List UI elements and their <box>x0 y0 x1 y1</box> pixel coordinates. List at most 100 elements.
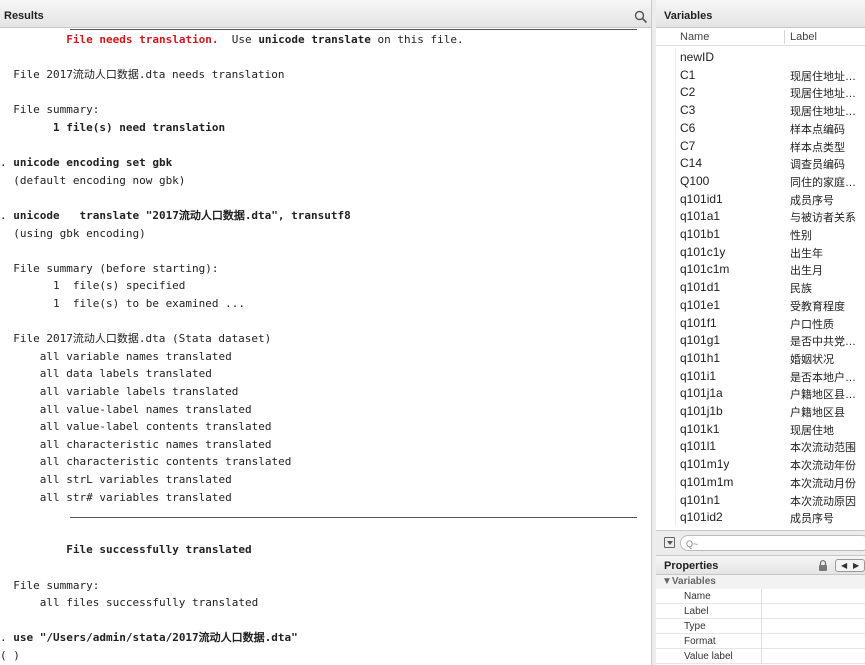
variable-row-gutter[interactable] <box>656 455 676 473</box>
results-line: all data labels translated <box>0 365 212 382</box>
variable-row[interactable]: q101f1 户口性质 <box>656 313 865 332</box>
variables-list[interactable]: newID C1 现居住地址… C2 现居住地址… C3 现居住地址… C6 样本点编码 C7 样本… <box>656 48 865 528</box>
variable-filter-input[interactable] <box>680 535 865 551</box>
variable-row-gutter[interactable] <box>656 437 676 456</box>
variable-row[interactable]: C1 现居住地址… <box>656 65 865 84</box>
column-header-name[interactable]: Name <box>680 31 709 43</box>
variable-row-gutter[interactable] <box>656 136 676 155</box>
variable-row-gutter[interactable] <box>656 402 676 420</box>
variable-row-gutter[interactable] <box>656 48 676 66</box>
variable-row-gutter[interactable] <box>656 118 676 137</box>
variable-row-gutter[interactable] <box>656 472 676 491</box>
property-row[interactable]: Format <box>656 634 865 649</box>
nav-prev-icon[interactable]: ◀ <box>841 561 847 570</box>
properties-section-variables[interactable]: ▼Variables <box>656 575 865 589</box>
variable-name: C14 <box>680 156 703 171</box>
property-row[interactable]: Value label <box>656 649 865 664</box>
property-divider <box>761 619 762 634</box>
variable-row[interactable]: C14 调查员编码 <box>656 154 865 172</box>
variable-row[interactable]: q101b1 性别 <box>656 225 865 243</box>
variable-row-gutter[interactable] <box>656 65 676 84</box>
results-line: File summary: <box>0 101 99 118</box>
variable-row[interactable]: q101j1a 户籍地区县… <box>656 384 865 402</box>
variable-row[interactable]: q101m1m 本次流动月份 <box>656 472 865 491</box>
column-header-label[interactable]: Label <box>790 31 817 43</box>
variable-row[interactable]: q101i1 是否本地户… <box>656 366 865 385</box>
variable-label: 调查员编码 <box>790 159 845 172</box>
results-text: File summary: <box>0 103 100 117</box>
variable-row[interactable]: C7 样本点类型 <box>656 136 865 155</box>
variable-row-gutter[interactable] <box>656 419 676 438</box>
nav-next-icon[interactable]: ▶ <box>853 561 859 570</box>
variable-row[interactable]: q101l1 本次流动范围 <box>656 437 865 456</box>
variable-row-gutter[interactable] <box>656 278 676 296</box>
results-text: all characteristic contents translated <box>0 455 292 469</box>
property-row[interactable]: Type <box>656 619 865 634</box>
variable-label: 本次流动年份 <box>790 460 856 473</box>
property-key: Label <box>684 606 709 617</box>
variable-row-gutter[interactable] <box>656 384 676 402</box>
variable-row[interactable]: q101k1 现居住地 <box>656 419 865 438</box>
variable-row[interactable]: q101j1b 户籍地区县 <box>656 402 865 420</box>
magnifier-icon[interactable] <box>634 10 648 24</box>
results-line: File 2017流动人口数据.dta (Stata dataset) <box>0 330 271 347</box>
variable-row-gutter[interactable] <box>656 154 676 172</box>
property-row[interactable]: Name <box>656 589 865 604</box>
variable-row[interactable]: q101c1m 出生月 <box>656 260 865 279</box>
variable-row-gutter[interactable] <box>656 171 676 190</box>
variable-label: 户籍地区县… <box>790 389 856 402</box>
variable-row-gutter[interactable] <box>656 225 676 243</box>
variable-row-gutter[interactable] <box>656 242 676 261</box>
variable-row-gutter[interactable] <box>656 366 676 385</box>
results-text: all variable names translated <box>0 349 232 363</box>
property-row[interactable]: Label <box>656 604 865 619</box>
variable-row[interactable]: C3 现居住地址… <box>656 101 865 119</box>
variable-row[interactable]: C6 样本点编码 <box>656 118 865 137</box>
lock-icon[interactable] <box>818 560 828 571</box>
variable-row[interactable]: q101c1y 出生年 <box>656 242 865 261</box>
variable-row-gutter[interactable] <box>656 348 676 367</box>
results-line: all value-label names translated <box>0 401 252 418</box>
variable-row-gutter[interactable] <box>656 313 676 332</box>
variable-label: 户籍地区县 <box>790 407 845 419</box>
results-line: all strL variables translated <box>0 471 232 488</box>
results-text: unicode translate "2017流动人口数据.dta", tran… <box>13 209 351 222</box>
variable-row[interactable]: C2 现居住地址… <box>656 83 865 102</box>
filter-funnel-icon[interactable] <box>664 537 675 548</box>
variable-row[interactable]: newID <box>656 48 865 66</box>
variable-row[interactable]: q101m1y 本次流动年份 <box>656 455 865 473</box>
variable-name: q101j1a <box>680 386 723 401</box>
column-divider[interactable] <box>784 30 785 44</box>
properties-nav-arrows[interactable]: ◀ ▶ <box>835 559 865 572</box>
variable-row[interactable]: q101e1 受教育程度 <box>656 295 865 314</box>
variable-row-gutter[interactable] <box>656 101 676 119</box>
variable-row-gutter[interactable] <box>656 490 676 509</box>
variable-row-gutter[interactable] <box>656 207 676 225</box>
results-title: Results <box>4 10 44 22</box>
variable-row-gutter[interactable] <box>656 83 676 102</box>
variable-name: q101e1 <box>680 297 721 312</box>
variable-name: q101l1 <box>680 439 717 454</box>
variable-row-gutter[interactable] <box>656 508 676 526</box>
variable-row[interactable]: Q100 同住的家庭… <box>656 171 865 190</box>
variable-row-gutter[interactable] <box>656 189 676 208</box>
variable-row[interactable]: q101n1 本次流动原因 <box>656 490 865 509</box>
results-line: File successfully translated <box>0 541 251 558</box>
results-line: ( ) <box>0 647 20 664</box>
variable-row[interactable]: q101a1 与被访者关系 <box>656 207 865 225</box>
variable-row[interactable]: q101g1 是否中共党… <box>656 331 865 349</box>
variable-name: q101id2 <box>680 510 723 525</box>
variable-row-gutter[interactable] <box>656 331 676 349</box>
variable-row-gutter[interactable] <box>656 295 676 314</box>
variable-row[interactable]: q101d1 民族 <box>656 278 865 296</box>
variable-row-gutter[interactable] <box>656 260 676 279</box>
results-text: all files successfully translated <box>0 596 259 610</box>
results-output[interactable]: File needs translation. Use unicode tran… <box>0 28 651 665</box>
variable-row[interactable]: q101id2 成员序号 <box>656 508 865 526</box>
results-text: all variable labels translated <box>0 385 239 398</box>
variable-name: q101id1 <box>680 191 723 206</box>
variable-label: 出生月 <box>790 265 823 278</box>
variable-row[interactable]: q101h1 婚姻状况 <box>656 348 865 367</box>
variable-row[interactable]: q101id1 成员序号 <box>656 189 865 208</box>
results-text: all strL variables translated <box>0 473 232 486</box>
